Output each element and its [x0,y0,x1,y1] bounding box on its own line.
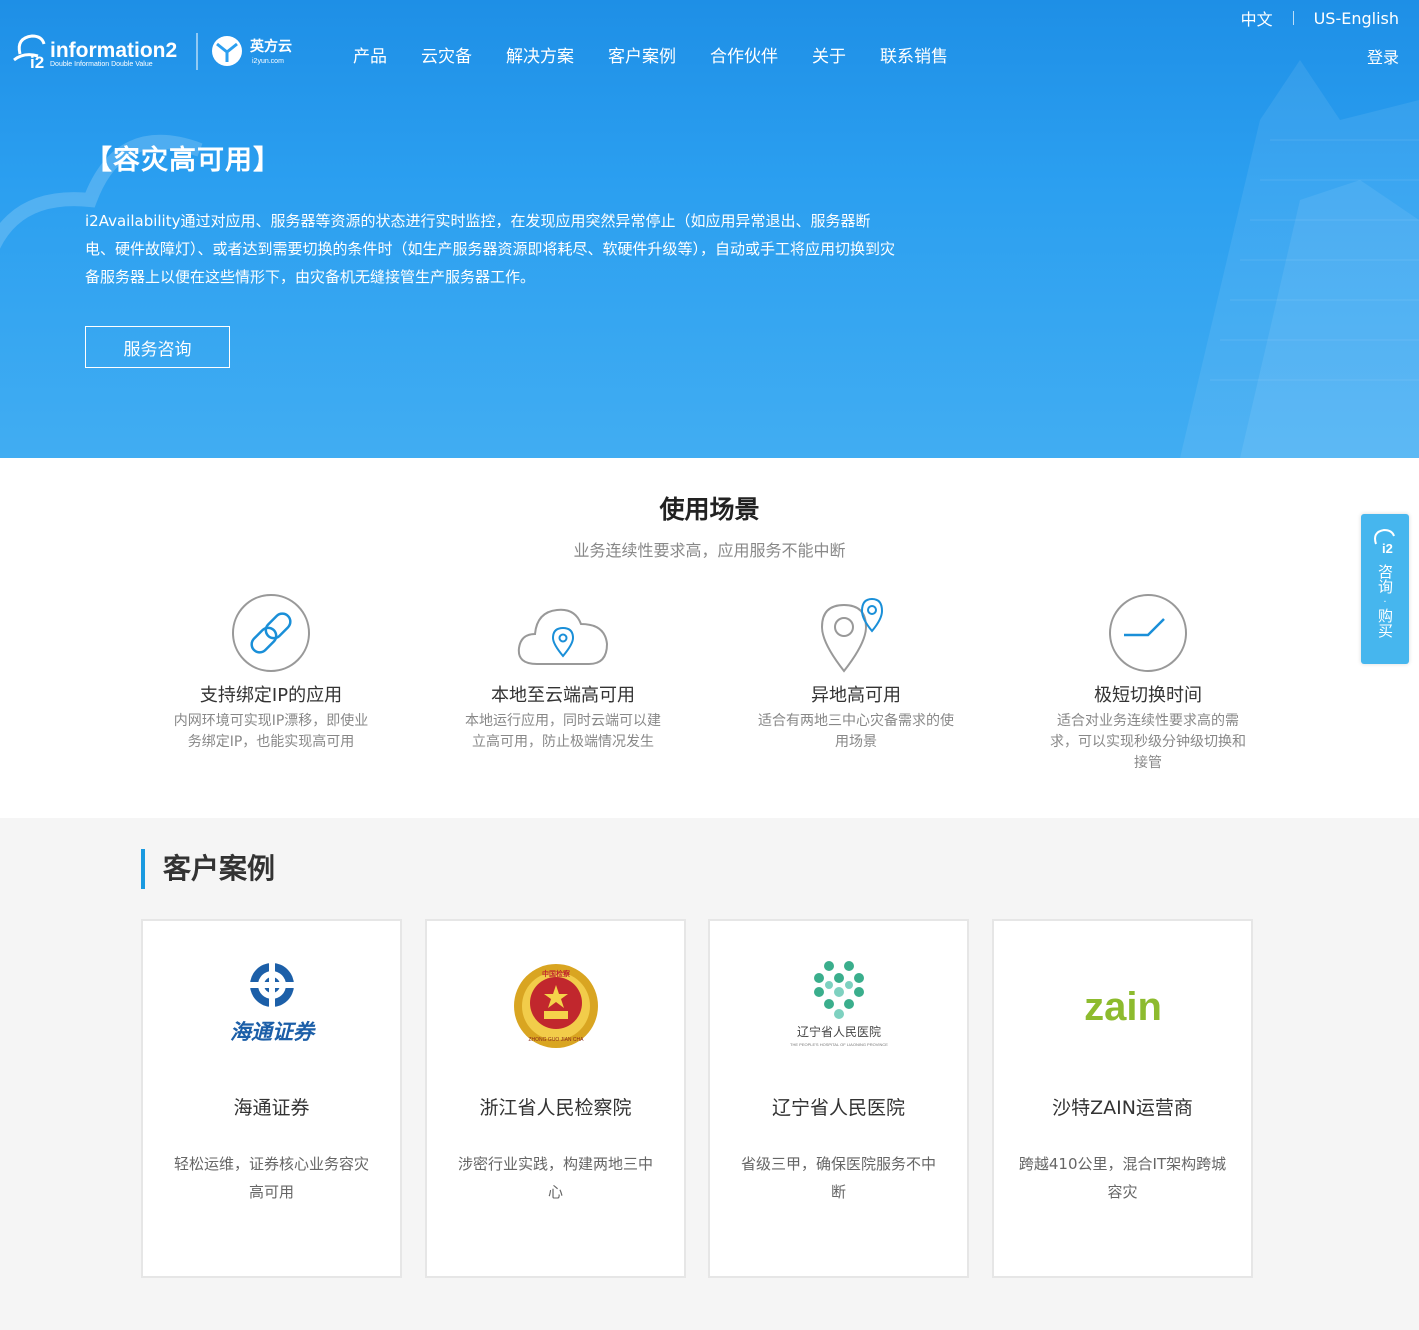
case-desc: 省级三甲，确保医院服务不中断 [740,1155,936,1201]
hero-title: 【容灾高可用】 [85,145,281,176]
case-name: 浙江省人民检察院 [479,1097,632,1119]
case-name: 沙特ZAIN运营商 [1052,1097,1193,1119]
svg-text:i2: i2 [30,53,44,72]
case-card[interactable]: 辽宁省人民医院 THE PEOPLE'S HOSPITAL OF LIAONIN… [708,919,969,1278]
cloud-location-icon [443,585,683,681]
main-nav: 产品 云灾备 解决方案 客户案例 合作伙伴 关于 联系销售 [336,42,965,67]
case-card[interactable]: 中国检察 ZHONG GUO JIAN CHA 浙江省人民检察院 涉密行业实践，… [425,919,686,1278]
side-consult-label: 咨询 · 购买 [1376,564,1394,638]
nav-item-customer-cases[interactable]: 客户案例 [591,42,693,67]
scenario-desc: 适合有两地三中心灾备需求的使用场景 [758,713,954,750]
case-card[interactable]: zain 沙特ZAIN运营商 跨越410公里，混合IT架构跨城容灾 [992,919,1253,1278]
svg-text:海通证券: 海通证券 [230,1019,316,1044]
i2-logo-icon: i2 [1361,526,1409,560]
case-desc: 涉密行业实践，构建两地三中心 [457,1155,653,1201]
login-link[interactable]: 登录 [1367,44,1399,68]
clock-icon [1028,585,1268,681]
case-name: 辽宁省人民医院 [771,1097,905,1119]
customer-cases-section: 客户案例 海通证券 海通证券 轻松运维，证券核心业务容灾高可用 中国检察 ZHO… [0,818,1419,1330]
scenarios-title: 使用场景 [659,495,760,524]
case-card[interactable]: 海通证券 海通证券 轻松运维，证券核心业务容灾高可用 [141,919,402,1278]
cases-title: 客户案例 [141,849,275,889]
svg-text:辽宁省人民医院: 辽宁省人民医院 [796,1024,880,1039]
side-consult-widget[interactable]: i2 咨询 · 购买 [1361,514,1409,664]
scenario-desc: 本地运行应用，同时云端可以建立高可用，防止极端情况发生 [465,713,661,750]
svg-text:THE PEOPLE'S HOSPITAL OF LIAON: THE PEOPLE'S HOSPITAL OF LIAONING PROVIN… [790,1042,888,1047]
lang-chinese-link[interactable]: 中文 [1241,6,1273,30]
svg-text:中国检察: 中国检察 [542,969,571,978]
haitong-logo: 海通证券 [143,921,400,1081]
nav-item-products[interactable]: 产品 [336,42,404,67]
nav-item-about[interactable]: 关于 [795,42,863,67]
svg-text:英方云: 英方云 [249,38,292,55]
liaoning-hospital-logo: 辽宁省人民医院 THE PEOPLE'S HOSPITAL OF LIAONIN… [710,921,967,1081]
case-name: 海通证券 [233,1097,310,1119]
use-scenarios-section: 使用场景 业务连续性要求高，应用服务不能中断 支持绑定IP的应用 内网环境可实现… [0,458,1419,818]
procuratorate-emblem: 中国检察 ZHONG GUO JIAN CHA [427,921,684,1081]
scenario-item: 本地至云端高可用 本地运行应用，同时云端可以建立高可用，防止极端情况发生 [443,585,683,753]
scenarios-subtitle: 业务连续性要求高，应用服务不能中断 [573,541,846,560]
scenario-title: 异地高可用 [811,685,901,706]
svg-text:zain: zain [1084,985,1162,1029]
scenario-title: 支持绑定IP的应用 [199,685,343,706]
language-switcher: 中文 US-English [1241,6,1399,30]
brand-logos[interactable]: i2 information2 Double Information Doubl… [10,30,300,74]
zain-logo: zain [994,921,1251,1081]
scenario-title: 极短切换时间 [1094,685,1202,706]
svg-text:ZHONG GUO JIAN CHA: ZHONG GUO JIAN CHA [528,1037,584,1043]
hero-banner: i2 information2 Double Information Doubl… [0,0,1419,458]
lang-english-link[interactable]: US-English [1314,9,1399,28]
top-navigation-bar: i2 information2 Double Information Doubl… [0,0,1419,100]
nav-item-cloud-backup[interactable]: 云灾备 [404,42,489,67]
nav-item-partners[interactable]: 合作伙伴 [693,42,795,67]
case-desc: 轻松运维，证券核心业务容灾高可用 [173,1155,369,1201]
link-icon [151,585,391,681]
svg-text:i2: i2 [1382,541,1393,556]
map-pin-icon [736,585,976,681]
scenario-item: 极短切换时间 适合对业务连续性要求高的需求，可以实现秒级分钟级切换和接管 [1028,585,1268,774]
hero-description: i2Availability通过对应用、服务器等资源的状态进行实时监控，在发现应… [85,212,896,286]
nav-item-contact-sales[interactable]: 联系销售 [863,42,965,67]
scenario-item: 支持绑定IP的应用 内网环境可实现IP漂移，即使业务绑定IP，也能实现高可用 [151,585,391,753]
svg-text:Double Information Double Valu: Double Information Double Value [50,61,153,68]
svg-text:i2yun.com: i2yun.com [252,58,284,65]
service-consult-button[interactable]: 服务咨询 [85,326,230,368]
case-desc: 跨越410公里，混合IT架构跨城容灾 [1018,1155,1227,1201]
svg-text:information2: information2 [50,39,177,62]
nav-item-solutions[interactable]: 解决方案 [489,42,591,67]
lang-divider [1292,11,1294,25]
scenario-item: 异地高可用 适合有两地三中心灾备需求的使用场景 [736,585,976,753]
information2-logo-icon: i2 information2 Double Information Doubl… [13,33,292,72]
scenario-desc: 内网环境可实现IP漂移，即使业务绑定IP，也能实现高可用 [173,713,369,750]
scenario-title: 本地至云端高可用 [491,685,635,706]
scenario-desc: 适合对业务连续性要求高的需求，可以实现秒级分钟级切换和接管 [1050,713,1246,771]
